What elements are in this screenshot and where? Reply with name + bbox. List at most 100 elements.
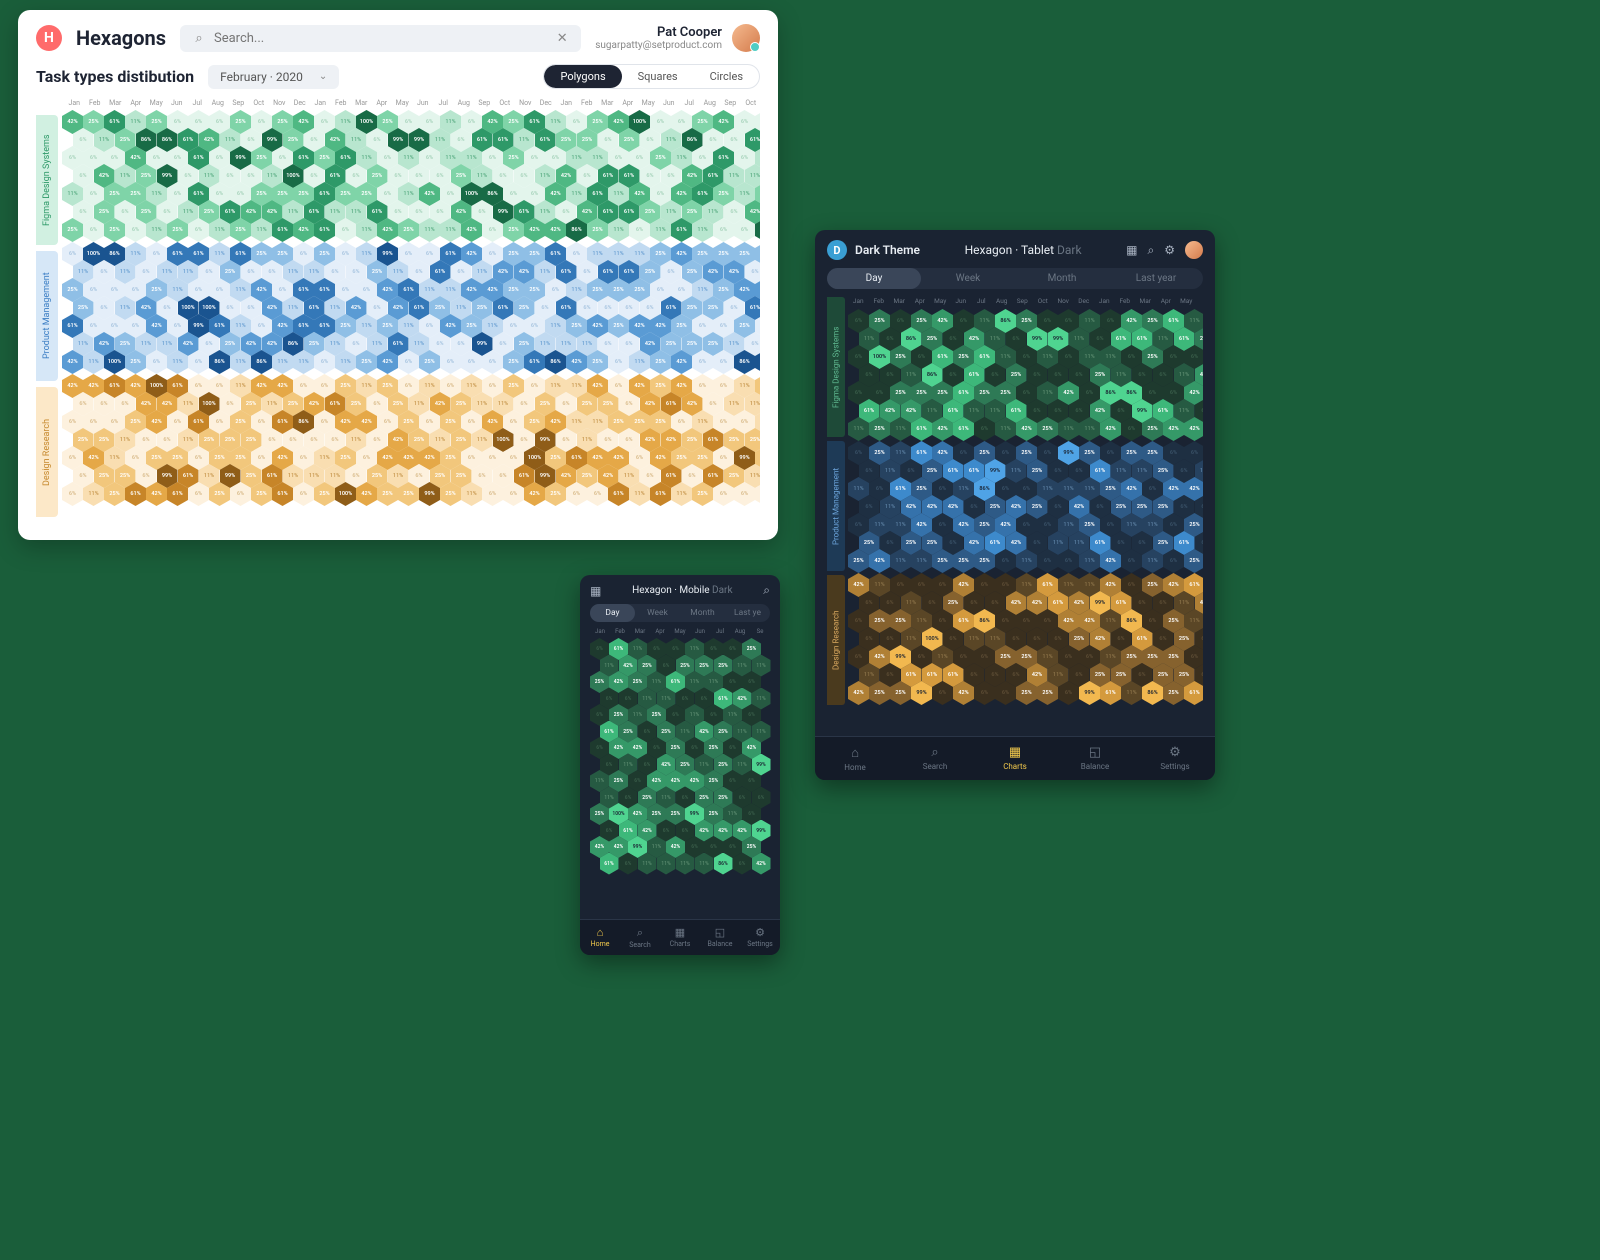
hex-row: 42%11%6%6%6%42%6%6%11%61%11%11%42%6%25%4… [848, 573, 1203, 597]
category-labels: Figma Design Systems Product Management … [36, 99, 58, 517]
gear-icon[interactable]: ⚙ [1164, 243, 1175, 257]
month-label: Jul [433, 99, 454, 107]
month-label: Jul [710, 628, 730, 635]
mobile-range-segments: Day Week Month Last ye [590, 604, 770, 622]
nav-home[interactable]: ⌂Home [580, 920, 620, 955]
month-label: Jan [848, 297, 869, 305]
month-label: Jun [951, 297, 972, 305]
month-label: Oct [741, 99, 761, 107]
seg-week[interactable]: Week [921, 268, 1015, 289]
month-label: Jan [310, 99, 331, 107]
nav-settings[interactable]: ⚙Settings [740, 920, 780, 955]
tablet-heatmap-wrap: Figma Design Systems Product Management … [827, 297, 1203, 705]
month-label: May [146, 99, 167, 107]
month-label: Jul [679, 99, 700, 107]
user-email: sugarpatty@setproduct.com [595, 40, 722, 51]
mobile-title-dim: Dark [712, 585, 732, 596]
cat-research: Design Research [36, 387, 58, 517]
hex-row: 6%25%11%61%42%6%25%6%25%6%99%25%6%25%25%… [848, 441, 1203, 465]
seg-lastyear[interactable]: Last year [1109, 268, 1203, 289]
search-input[interactable] [214, 31, 547, 46]
hex-row: 6%11%6%42%25%11%25%11%99% [600, 754, 771, 776]
nav-charts[interactable]: ▦Charts [975, 737, 1055, 780]
mobile-title-main: Hexagon · Mobile [632, 585, 709, 596]
calendar-icon[interactable]: ▦ [590, 584, 601, 598]
avatar[interactable] [1185, 241, 1203, 259]
hex-row: 42%25%25%99%6%42%6%6%25%25%6%99%61%11%86… [848, 681, 1203, 705]
seg-squares[interactable]: Squares [622, 65, 694, 88]
month-label: Apr [650, 628, 670, 635]
month-label: Sep [1012, 297, 1033, 305]
tablet-range-segments: Day Week Month Last year [827, 268, 1203, 289]
tablet-section-green: 6%25%6%25%42%6%11%86%25%6%6%11%6%42%25%6… [848, 309, 1203, 441]
balance-icon: ◱ [1055, 745, 1135, 760]
shape-segments: Polygons Squares Circles [543, 64, 760, 89]
seg-lastyear[interactable]: Last ye [725, 604, 770, 622]
section-green: 42%25%61%11%25%6%6%6%25%6%25%42%6%11%100… [62, 110, 760, 242]
month-label: May [638, 99, 659, 107]
user-block[interactable]: Pat Cooper sugarpatty@setproduct.com [595, 24, 760, 52]
nav-settings[interactable]: ⚙Settings [1135, 737, 1215, 780]
month-label: Jan [556, 99, 577, 107]
nav-balance[interactable]: ◱Balance [1055, 737, 1135, 780]
month-label: Feb [331, 99, 352, 107]
month-label: Dec [290, 99, 311, 107]
close-icon[interactable]: ✕ [555, 31, 569, 45]
mobile-section: 6%61%11%6%6%11%6%6%25%11%42%25%6%25%25%2… [590, 638, 770, 875]
month-label: Oct [1033, 297, 1054, 305]
user-name: Pat Cooper [595, 25, 722, 40]
month-label: May [670, 628, 690, 635]
tablet-section-blue: 6%25%11%61%42%6%25%6%25%6%99%25%6%25%25%… [848, 441, 1203, 573]
heatmap-wrap: Figma Design Systems Product Management … [36, 99, 760, 517]
heatmap-grid: JanFebMarAprMayJunJulAugSepOctNovDecJanF… [62, 99, 760, 517]
month-label: Apr [126, 99, 147, 107]
home-icon: ⌂ [815, 745, 895, 761]
month-dropdown[interactable]: February · 2020 ⌄ [208, 65, 339, 89]
search-icon[interactable]: ⌕ [1148, 243, 1155, 258]
subheader: Task types distibution February · 2020 ⌄… [36, 64, 760, 89]
search-box[interactable]: ⌕ ✕ [180, 25, 581, 52]
hex-row: 6%6%25%25%25%61%25%25%6%11%42%6%86%86%6%… [848, 381, 1203, 405]
cat-product: Product Management [36, 251, 58, 381]
calendar-icon[interactable]: ▦ [1126, 243, 1137, 257]
seg-month[interactable]: Month [1015, 268, 1109, 289]
month-label: Apr [1156, 297, 1177, 305]
month-label: Jan [64, 99, 85, 107]
charts-icon: ▦ [660, 926, 700, 939]
nav-home[interactable]: ⌂Home [815, 737, 895, 780]
seg-day[interactable]: Day [827, 268, 921, 289]
month-label: Nov [515, 99, 536, 107]
tablet-title-dim: Dark [1057, 243, 1082, 257]
mobile-topbar: ▦ Hexagon · Mobile Dark ⌕ [590, 583, 770, 598]
avatar[interactable] [732, 24, 760, 52]
search-icon[interactable]: ⌕ [763, 583, 770, 598]
logo-badge: H [36, 25, 62, 51]
seg-circles[interactable]: Circles [694, 65, 759, 88]
month-label: Nov [1053, 297, 1074, 305]
seg-polygons[interactable]: Polygons [544, 65, 621, 88]
cat-product: Product Management [827, 441, 845, 571]
month-label: Mar [597, 99, 618, 107]
month-label: Apr [372, 99, 393, 107]
hex-row: 6%25%25%11%6%61%86%6%6%6%42%42%11%86%6%2… [848, 609, 1203, 633]
month-label: Mar [630, 628, 650, 635]
month-label: Jan [590, 628, 610, 635]
balance-icon: ◱ [700, 926, 740, 939]
topbar: H Hexagons ⌕ ✕ Pat Cooper sugarpatty@set… [36, 24, 760, 52]
tablet-topbar: D Dark Theme Hexagon · Tablet Dark ▦ ⌕ ⚙ [827, 240, 1203, 260]
month-label: Sep [228, 99, 249, 107]
month-label: Aug [730, 628, 750, 635]
month-label: Oct [495, 99, 516, 107]
nav-charts[interactable]: ▦Charts [660, 920, 700, 955]
nav-search[interactable]: ⌕Search [895, 737, 975, 780]
seg-week[interactable]: Week [635, 604, 680, 622]
nav-search[interactable]: ⌕Search [620, 920, 660, 955]
search-icon: ⌕ [895, 745, 975, 760]
month-label: Jul [971, 297, 992, 305]
seg-month[interactable]: Month [680, 604, 725, 622]
month-label: Se [750, 628, 770, 635]
hex-row: 6%6%11%11%6%6%61%42%11% [600, 688, 771, 710]
hex-row: 11%6%61%25%6%11%86%6%6%11%11%11%25%42%6%… [848, 477, 1203, 501]
nav-balance[interactable]: ◱Balance [700, 920, 740, 955]
seg-day[interactable]: Day [590, 604, 635, 622]
